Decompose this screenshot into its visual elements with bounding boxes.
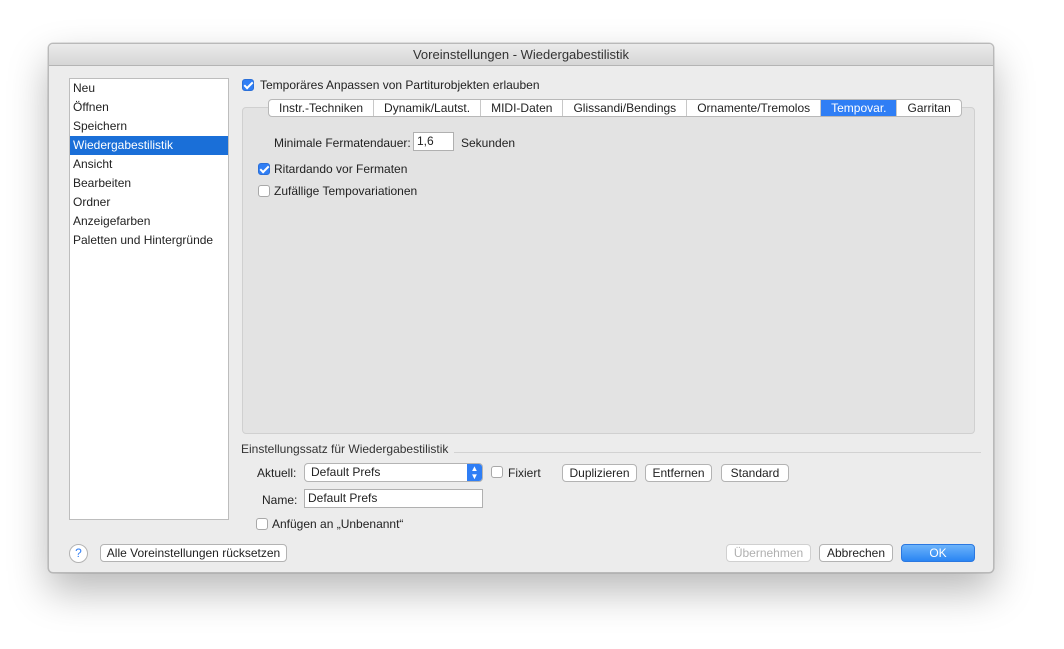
fixed-checkbox[interactable] <box>491 466 503 478</box>
tab-bar: Instr.-Techniken Dynamik/Lautst. MIDI-Da… <box>268 99 962 117</box>
tab-ornamente[interactable]: Ornamente/Tremolos <box>687 100 822 116</box>
duplicate-button[interactable]: Duplizieren <box>562 464 637 482</box>
name-label: Name: <box>262 493 298 507</box>
tab-panel <box>242 107 975 434</box>
append-label: Anfügen an „Unbenannt“ <box>272 517 404 531</box>
ritardando-label: Ritardando vor Fermaten <box>274 162 408 176</box>
remove-button[interactable]: Entfernen <box>645 464 712 482</box>
reset-all-button[interactable]: Alle Voreinstellungen rücksetzen <box>100 544 287 562</box>
help-button[interactable]: ? <box>69 544 88 563</box>
window-title: Voreinstellungen - Wiedergabestilistik <box>49 44 993 66</box>
section-divider <box>454 452 981 453</box>
preset-name-input[interactable]: Default Prefs <box>304 489 483 508</box>
sidebar-item-ansicht[interactable]: Ansicht <box>70 155 228 174</box>
sidebar-item-paletten[interactable]: Paletten und Hintergründe <box>70 231 228 250</box>
current-preset-select[interactable]: Default Prefs ▲ ▼ <box>304 463 483 482</box>
sidebar-item-bearbeiten[interactable]: Bearbeiten <box>70 174 228 193</box>
tab-instr-techniken[interactable]: Instr.-Techniken <box>269 100 375 116</box>
preferences-window: Voreinstellungen - Wiedergabestilistik N… <box>48 43 994 573</box>
chevron-updown-icon: ▲ ▼ <box>467 464 482 481</box>
fermata-duration-input[interactable]: 1,6 <box>413 132 454 151</box>
fermata-label: Minimale Fermatendauer: <box>274 136 411 150</box>
fixed-label: Fixiert <box>508 466 541 480</box>
apply-button[interactable]: Übernehmen <box>726 544 811 562</box>
random-tempo-checkbox[interactable] <box>258 185 270 197</box>
sidebar-item-oeffnen[interactable]: Öffnen <box>70 98 228 117</box>
sidebar-item-wiedergabestilistik[interactable]: Wiedergabestilistik <box>70 136 228 155</box>
tab-midi-daten[interactable]: MIDI-Daten <box>481 100 564 116</box>
sidebar-item-ordner[interactable]: Ordner <box>70 193 228 212</box>
tab-garritan[interactable]: Garritan <box>897 100 960 116</box>
sidebar-item-neu[interactable]: Neu <box>70 79 228 98</box>
tab-glissandi[interactable]: Glissandi/Bendings <box>563 100 688 116</box>
standard-button[interactable]: Standard <box>721 464 789 482</box>
sidebar: Neu Öffnen Speichern Wiedergabestilistik… <box>69 78 229 520</box>
tab-dynamik[interactable]: Dynamik/Lautst. <box>374 100 482 116</box>
temp-adjust-label: Temporäres Anpassen von Partiturobjekten… <box>260 78 540 92</box>
temp-adjust-checkbox[interactable] <box>242 79 254 91</box>
tab-tempovar[interactable]: Tempovar. <box>821 100 898 116</box>
random-tempo-label: Zufällige Tempovariationen <box>274 184 418 198</box>
current-preset-value: Default Prefs <box>311 465 381 479</box>
fermata-unit-label: Sekunden <box>461 136 516 150</box>
sidebar-item-speichern[interactable]: Speichern <box>70 117 228 136</box>
current-label: Aktuell: <box>257 466 297 480</box>
sidebar-item-anzeigefarben[interactable]: Anzeigefarben <box>70 212 228 231</box>
append-checkbox[interactable] <box>256 518 268 530</box>
ok-button[interactable]: OK <box>901 544 975 562</box>
ritardando-checkbox[interactable] <box>258 163 270 175</box>
cancel-button[interactable]: Abbrechen <box>819 544 893 562</box>
preset-section-title: Einstellungssatz für Wiedergabestilistik <box>241 442 449 456</box>
